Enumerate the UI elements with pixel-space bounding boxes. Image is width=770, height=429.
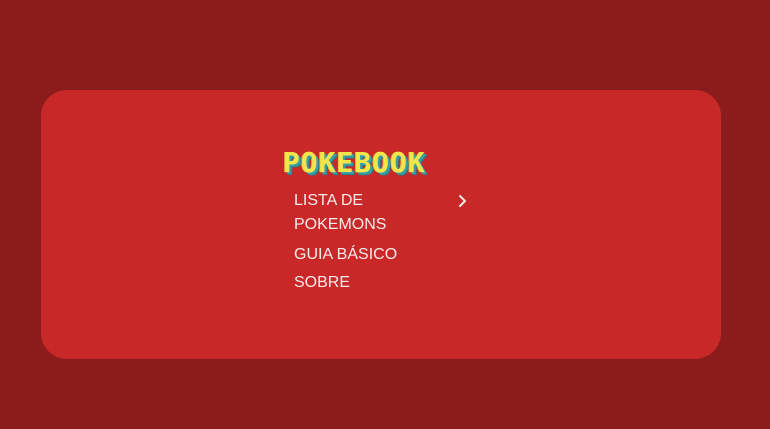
app-logo: POKEBOOK	[283, 146, 426, 179]
menu-item-basic-guide[interactable]: GUIA BÁSICO	[294, 245, 474, 265]
menu-item-about[interactable]: SOBRE	[294, 273, 474, 293]
main-menu: LISTA DE POKEMONS GUIA BÁSICO SOBRE	[294, 189, 474, 293]
menu-item-label: LISTA DE POKEMONS	[294, 192, 387, 233]
chevron-right-icon[interactable]	[454, 193, 470, 209]
menu-item-pokemon-list[interactable]: LISTA DE POKEMONS	[294, 189, 466, 237]
menu-item-label: SOBRE	[294, 274, 351, 291]
menu-item-label: GUIA BÁSICO	[294, 246, 398, 263]
